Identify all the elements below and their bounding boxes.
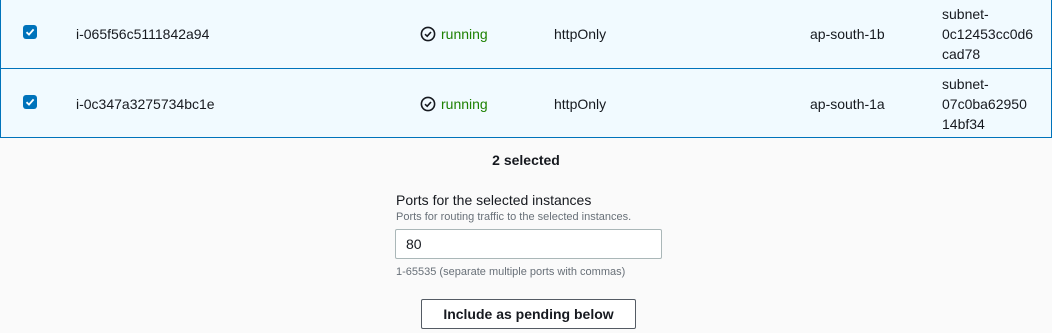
selection-footer: 2 selected Ports for the selected instan… [0, 139, 1052, 333]
protocol: httpOnly [554, 96, 607, 112]
instance-id: i-065f56c5111842a94 [76, 26, 210, 42]
instance-state: running [420, 24, 488, 44]
subnet-id-line: 07c0ba62950 [942, 96, 1027, 112]
state-label: running [441, 26, 488, 42]
checkmark-icon [25, 98, 35, 106]
subnet-id: subnet- 0c12453cc0d6 cad78 [942, 4, 1052, 64]
subnet-id-line: subnet- [942, 76, 989, 92]
row-checkbox[interactable] [23, 95, 37, 109]
ports-field-description: Ports for routing traffic to the selecte… [396, 211, 632, 223]
protocol: httpOnly [554, 26, 607, 42]
checkmark-icon [25, 28, 35, 36]
availability-zone: ap-south-1b [810, 26, 885, 42]
instance-id: i-0c347a3275734bc1e [76, 96, 215, 112]
availability-zone: ap-south-1a [810, 96, 885, 112]
subnet-id-line: 14bf34 [942, 116, 985, 132]
instance-state: running [420, 94, 488, 114]
ports-field-constraint: 1-65535 (separate multiple ports with co… [396, 266, 626, 278]
subnet-id: subnet- 07c0ba62950 14bf34 [942, 74, 1052, 134]
status-check-circle-icon [420, 96, 436, 112]
state-label: running [441, 96, 488, 112]
selected-count: 2 selected [492, 152, 560, 168]
table-row[interactable]: i-065f56c5111842a94 running httpOnly ap-… [0, 0, 1052, 69]
subnet-id-line: cad78 [942, 46, 981, 62]
subnet-id-line: subnet- [942, 6, 989, 22]
subnet-id-line: 0c12453cc0d6 [942, 26, 1034, 42]
row-checkbox[interactable] [23, 25, 37, 39]
ports-input[interactable] [395, 229, 662, 259]
include-as-pending-button[interactable]: Include as pending below [421, 299, 636, 329]
ports-field-label: Ports for the selected instances [396, 192, 592, 208]
status-check-circle-icon [420, 26, 436, 42]
table-row[interactable]: i-0c347a3275734bc1e running httpOnly ap-… [0, 68, 1052, 138]
